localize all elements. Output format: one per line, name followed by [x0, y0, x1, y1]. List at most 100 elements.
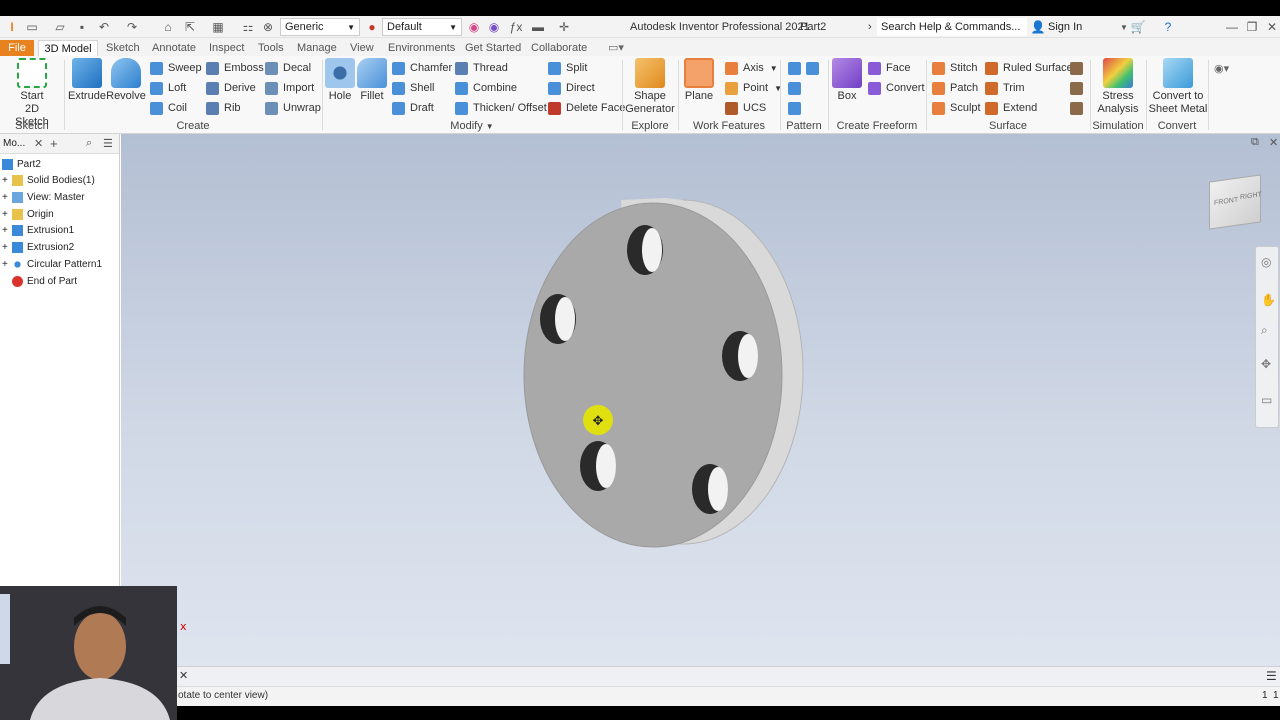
delete-face-button[interactable]: Delete Face — [548, 100, 625, 116]
import-button[interactable]: Import — [265, 80, 314, 96]
restore-icon[interactable]: ❐ — [1244, 19, 1260, 35]
ribbon-options-icon[interactable]: ◉▾ — [1214, 60, 1229, 76]
home-icon[interactable]: ⌂ — [160, 19, 176, 35]
expand-icon[interactable]: + — [2, 209, 12, 220]
tab-manage[interactable]: Manage — [297, 40, 337, 56]
tab-view[interactable]: View — [350, 40, 374, 56]
extrude-button[interactable]: Extrude — [68, 58, 106, 103]
viewcube[interactable]: FRONT RIGHT — [1209, 174, 1262, 230]
expand-icon[interactable]: + — [2, 175, 12, 186]
circular-pattern-button[interactable] — [788, 80, 806, 96]
hole-button[interactable]: Hole — [325, 58, 355, 103]
add-icon[interactable]: + — [50, 136, 58, 151]
steering-wheel-icon[interactable]: ◎ — [1261, 255, 1271, 269]
search-input[interactable]: Search Help & Commands... — [877, 18, 1027, 36]
viewcube-right[interactable]: RIGHT — [1240, 191, 1262, 201]
adjust-icon[interactable]: ◉ — [466, 19, 482, 35]
tree-item-solid-bodies[interactable]: + Solid Bodies(1) — [2, 172, 95, 188]
close-icon[interactable]: ✕ — [1264, 19, 1280, 35]
tab-annotate[interactable]: Annotate — [152, 40, 196, 56]
close-icon[interactable]: ✕ — [34, 137, 43, 150]
stitch-button[interactable]: Stitch — [932, 60, 978, 76]
tab-sketch[interactable]: Sketch — [106, 40, 140, 56]
tree-item-end-of-part[interactable]: End of Part — [12, 273, 77, 289]
loft-button[interactable]: Loft — [150, 80, 186, 96]
menu-icon[interactable]: ☰ — [1266, 669, 1277, 683]
derive-button[interactable]: Derive — [206, 80, 256, 96]
plane-button[interactable]: Plane — [682, 58, 716, 103]
rib-button[interactable]: Rib — [206, 100, 241, 116]
shell-button[interactable]: Shell — [392, 80, 434, 96]
tab-get-started[interactable]: Get Started — [465, 40, 521, 56]
plus-icon[interactable]: ✛ — [556, 19, 572, 35]
tab-file[interactable]: File — [0, 40, 34, 56]
tab-inspect[interactable]: Inspect — [209, 40, 244, 56]
tab-collaborate[interactable]: Collaborate — [531, 40, 587, 56]
close-icon[interactable]: ✕ — [1269, 136, 1278, 149]
tree-item-extrusion2[interactable]: + Extrusion2 — [2, 239, 74, 255]
tab-3d-model[interactable]: 3D Model — [38, 40, 98, 56]
box-button[interactable]: Box — [832, 58, 862, 103]
minimize-icon[interactable]: — — [1224, 19, 1240, 35]
tree-item-extrusion1[interactable]: + Extrusion1 — [2, 222, 74, 238]
tree-item-part[interactable]: Part2 — [2, 156, 41, 172]
update-icon[interactable]: ▦ — [210, 19, 226, 35]
thicken-offset-button[interactable]: Thicken/ Offset — [455, 100, 547, 116]
sculpt-button[interactable]: Sculpt — [932, 100, 981, 116]
trim-button[interactable]: Trim — [985, 80, 1025, 96]
face-button[interactable]: Face — [868, 60, 910, 76]
tab-environments[interactable]: Environments — [388, 40, 455, 56]
material-select[interactable]: Generic ▼ — [280, 18, 360, 36]
appearance-select[interactable]: Default ▼ — [382, 18, 462, 36]
sweep-button[interactable]: Sweep — [150, 60, 202, 76]
replace-face-button[interactable] — [1070, 100, 1088, 116]
look-at-icon[interactable]: ▭ — [1261, 393, 1272, 407]
zoom-icon[interactable]: ⌕ — [1261, 323, 1268, 338]
ucs-button[interactable]: UCS — [725, 100, 766, 116]
close-icon[interactable]: ✕ — [179, 669, 188, 682]
tab-tools[interactable]: Tools — [258, 40, 284, 56]
tree-item-circular-pattern1[interactable]: + Circular Pattern1 — [2, 256, 102, 272]
extend-button[interactable]: Extend — [985, 100, 1037, 116]
fit-mesh-face-button[interactable] — [1070, 80, 1088, 96]
expand-icon[interactable]: + — [2, 225, 12, 236]
measure-icon[interactable]: ⚏ — [240, 19, 256, 35]
shape-generator-button[interactable]: Shape Generator — [624, 58, 676, 116]
sketch-pattern-button[interactable] — [788, 100, 806, 116]
help-icon[interactable]: ? — [1160, 19, 1176, 35]
convert-button[interactable]: Convert — [868, 80, 925, 96]
undo-icon[interactable]: ↶ — [96, 19, 112, 35]
patch-button[interactable]: Patch — [932, 80, 978, 96]
chamfer-button[interactable]: Chamfer — [392, 60, 452, 76]
search-icon[interactable]: ⌕ — [86, 137, 92, 150]
convert-sheet-metal-button[interactable]: Convert to Sheet Metal — [1148, 58, 1208, 116]
direct-button[interactable]: Direct — [548, 80, 595, 96]
ruler-icon[interactable]: ▬ — [530, 19, 546, 35]
draft-button[interactable]: Draft — [392, 100, 434, 116]
repair-bodies-button[interactable] — [1070, 60, 1088, 76]
unwrap-button[interactable]: Unwrap — [265, 100, 321, 116]
expand-icon[interactable]: + — [2, 259, 12, 270]
select-icon[interactable]: ⇱ — [182, 19, 198, 35]
fillet-button[interactable]: Fillet — [357, 58, 387, 103]
maximize-icon[interactable]: ⧉ — [1251, 136, 1259, 149]
mirror-button[interactable] — [806, 60, 824, 76]
split-button[interactable]: Split — [548, 60, 587, 76]
revolve-button[interactable]: Revolve — [106, 58, 146, 103]
tab-options-icon[interactable]: ▭▾ — [608, 40, 624, 56]
thread-button[interactable]: Thread — [455, 60, 508, 76]
new-icon[interactable]: ▭ — [24, 19, 40, 35]
menu-icon[interactable]: ☰ — [103, 137, 113, 150]
emboss-button[interactable]: Emboss — [206, 60, 264, 76]
start-2d-sketch-button[interactable]: Start 2D Sketch — [8, 58, 56, 129]
ruled-surface-button[interactable]: Ruled Surface — [985, 60, 1073, 76]
combine-button[interactable]: Combine — [455, 80, 517, 96]
expand-icon[interactable]: + — [2, 242, 12, 253]
expand-icon[interactable]: + — [2, 192, 12, 203]
stress-analysis-button[interactable]: Stress Analysis — [1094, 58, 1142, 116]
graphics-viewport[interactable]: ✥ x FRONT RIGHT ⧉ ✕ ◎ ✋ ⌕ ✥ ▭ — [121, 134, 1280, 666]
cart-icon[interactable]: 🛒 — [1130, 19, 1146, 35]
open-icon[interactable]: ▱ — [52, 19, 68, 35]
orbit-icon[interactable]: ✥ — [1261, 357, 1271, 371]
pan-icon[interactable]: ✋ — [1261, 293, 1276, 307]
